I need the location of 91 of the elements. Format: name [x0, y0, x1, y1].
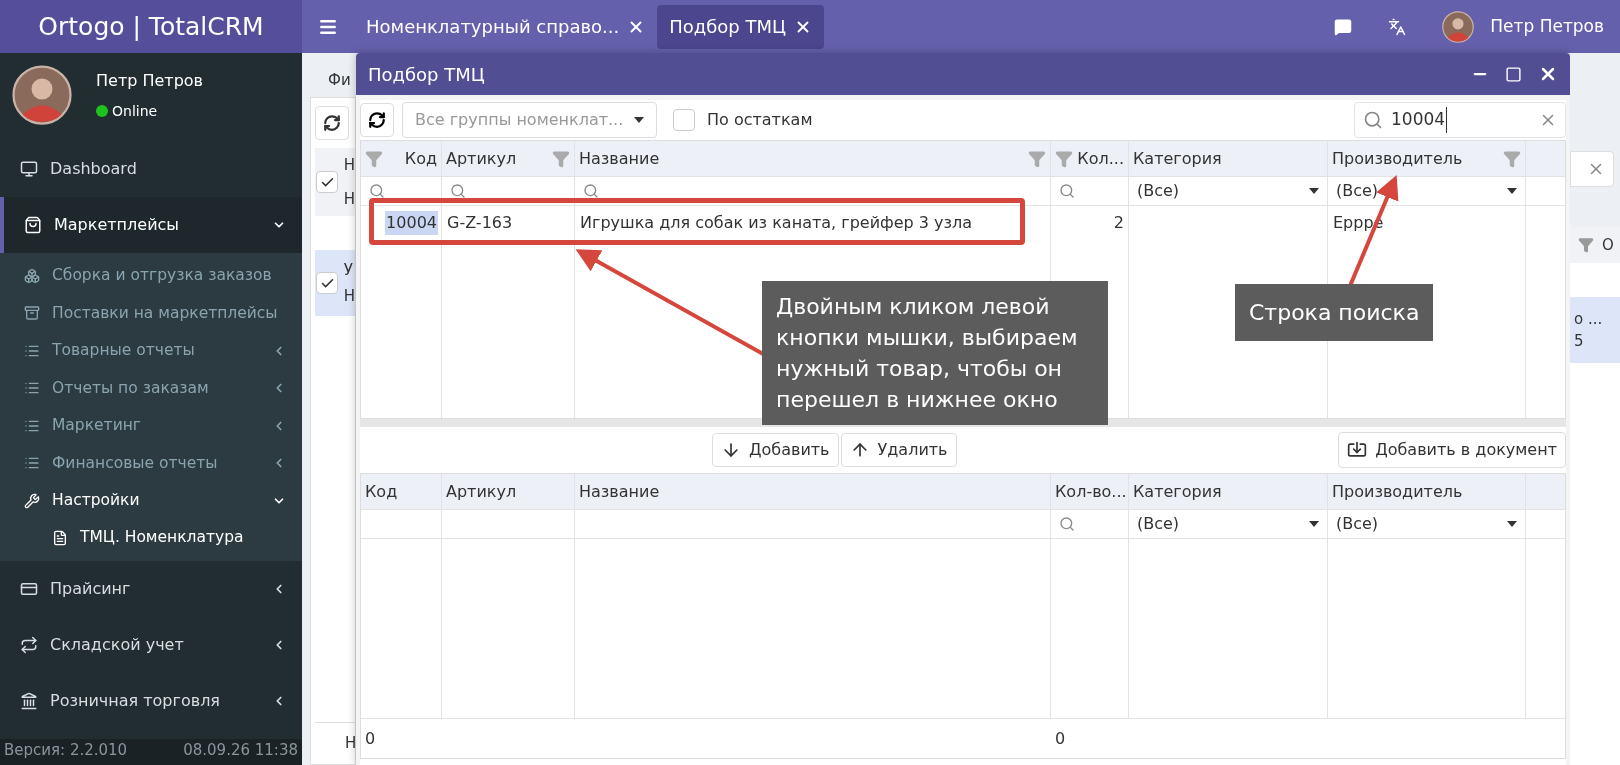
caret-icon: [1507, 521, 1517, 527]
chat-icon[interactable]: [1334, 17, 1353, 36]
footer-cell-text: Н: [345, 733, 356, 755]
column-header[interactable]: Название: [575, 474, 1051, 509]
datetime-label: 08.09.26 11:38: [183, 739, 298, 761]
arrows-icon: [20, 635, 38, 654]
checkbox[interactable]: [316, 171, 339, 193]
column-header[interactable]: Производитель: [1328, 474, 1526, 509]
monitor-icon: [20, 160, 38, 178]
column-header[interactable]: Артикул: [442, 141, 575, 176]
refresh-button[interactable]: [360, 103, 394, 137]
callout-tooltip: Строка поиска: [1235, 284, 1434, 341]
search-icon[interactable]: [450, 183, 466, 199]
submenu-item[interactable]: Настройки: [0, 482, 302, 520]
search-icon[interactable]: [369, 183, 385, 199]
table-row[interactable]: У Н: [315, 250, 355, 316]
filter-select[interactable]: (Все): [1336, 179, 1517, 203]
filter-icon[interactable]: [1578, 237, 1594, 253]
table-cell-text: 5: [1574, 331, 1585, 352]
document-icon: [52, 530, 68, 546]
translate-icon[interactable]: [1388, 17, 1407, 36]
caret-icon: [634, 117, 644, 123]
avatar-icon: [1442, 10, 1475, 43]
caret-icon: [1309, 188, 1319, 194]
column-header: О: [1602, 234, 1614, 256]
add-button[interactable]: Добавить: [712, 433, 839, 467]
add-to-document-button[interactable]: Добавить в документ: [1338, 432, 1566, 468]
submenu-item[interactable]: Поставки на маркетплейсы: [0, 294, 302, 332]
total-cell-text: 0: [1055, 727, 1066, 750]
user-status: Online: [112, 101, 158, 121]
column-header[interactable]: Кол...: [1051, 141, 1129, 176]
boxes-icon: [24, 267, 40, 284]
table-cell: 10004: [385, 211, 438, 235]
search-icon[interactable]: [1059, 516, 1075, 532]
table-row[interactable]: о ... 5: [1570, 297, 1620, 363]
version-label: Версия: 2.2.010: [4, 739, 128, 761]
column-header[interactable]: Категория: [1129, 474, 1328, 509]
menu-item[interactable]: Розничная торговля: [0, 672, 302, 729]
search-field[interactable]: 10004: [1354, 102, 1566, 138]
refresh-button[interactable]: [315, 106, 349, 140]
menu-item[interactable]: Складской учет: [0, 616, 302, 673]
table-cell-text: о ...: [1574, 308, 1604, 330]
refresh-icon: [368, 111, 386, 129]
import-icon: [1347, 440, 1368, 460]
avatar-icon: [12, 65, 72, 125]
submenu-item[interactable]: Товарные отчеты: [0, 332, 302, 370]
submenu-item[interactable]: Маркетинг: [0, 407, 302, 445]
column-header: Н: [343, 154, 355, 176]
filter-select[interactable]: (Все): [1336, 512, 1517, 536]
bank-icon: [20, 691, 38, 710]
filter-select[interactable]: (Все): [1137, 179, 1319, 203]
checkbox-label[interactable]: По остаткам: [707, 108, 813, 132]
caret-icon: [1309, 521, 1319, 527]
submenu-item[interactable]: Отчеты по заказам: [0, 369, 302, 407]
column-header[interactable]: Код: [361, 474, 442, 509]
submenu-item[interactable]: ТМЦ. Номенклатура: [0, 519, 302, 557]
column-header[interactable]: Название: [575, 141, 1051, 176]
menu-item[interactable]: Прайсинг: [0, 560, 302, 617]
table-cell-text: Н: [343, 286, 355, 307]
callout-tooltip: Двойным кликом левой кнопки мышки, выбираем нужный товар, чтобы он перешел в нижнее окно: [762, 281, 1108, 425]
column-header[interactable]: Кол-во...: [1051, 474, 1129, 509]
column-header[interactable]: Код: [361, 141, 442, 176]
caret-icon: [1507, 188, 1517, 194]
brand-logo[interactable]: Ortogo | TotalCRM: [0, 0, 302, 53]
user-name: Петр Петров: [1490, 14, 1604, 38]
refresh-icon: [323, 114, 341, 132]
submenu-item[interactable]: Сборка и отгрузка заказов: [0, 257, 302, 295]
remove-button[interactable]: Удалить: [840, 433, 957, 467]
maximize-icon[interactable]: [1505, 65, 1522, 83]
checkbox[interactable]: [316, 272, 339, 294]
bag-icon: [24, 216, 42, 234]
user-name: Петр Петров: [96, 69, 203, 92]
search-icon: [1363, 110, 1383, 130]
table-cell-text: У: [343, 259, 354, 281]
filter-select[interactable]: (Все): [1137, 512, 1319, 536]
column-header: Н: [343, 188, 355, 210]
checkbox[interactable]: [673, 109, 695, 131]
total-cell-text: 0: [365, 727, 376, 750]
menu-item[interactable]: Маркетплейсы: [0, 197, 302, 253]
menu-item[interactable]: Dashboard: [0, 141, 302, 197]
page-tab[interactable]: Фи: [310, 63, 356, 97]
box-icon: [24, 305, 40, 322]
dialog-title: Подбор ТМЦ: [368, 62, 485, 87]
column-header[interactable]: Производитель: [1328, 141, 1526, 176]
column-header[interactable]: Артикул: [442, 474, 575, 509]
column-header[interactable]: Категория: [1129, 141, 1328, 176]
submenu-item[interactable]: Финансовые отчеты: [0, 444, 302, 482]
search-icon[interactable]: [583, 183, 599, 199]
tab[interactable]: Подбор ТМЦ: [657, 4, 824, 49]
search-icon[interactable]: [1059, 183, 1075, 199]
wrench-icon: [24, 492, 40, 509]
